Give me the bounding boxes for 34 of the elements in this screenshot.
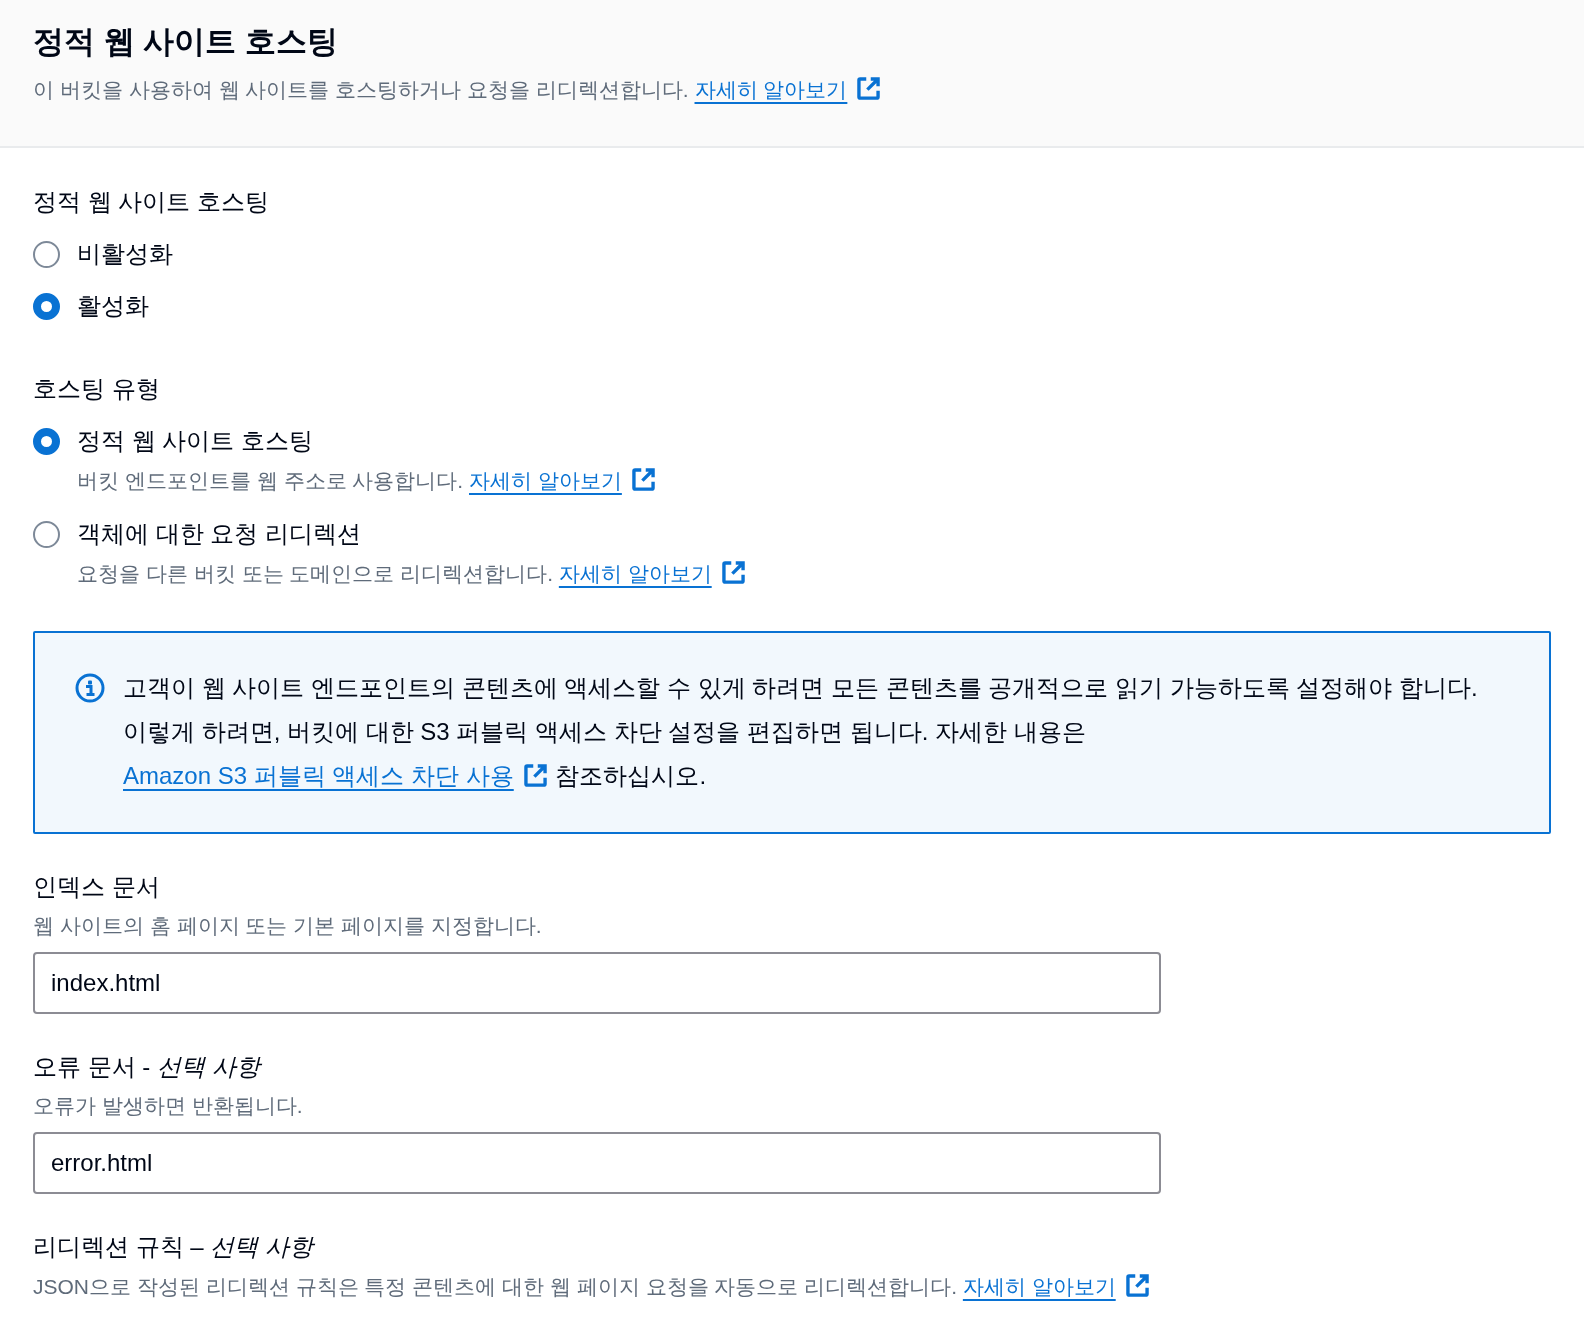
field-label: 리디렉션 규칙 – 선택 사항 [33, 1232, 316, 1262]
radio-label[interactable]: 객체에 대한 요청 리디렉션 [77, 518, 361, 550]
text-input[interactable]: index.html [33, 952, 1161, 1014]
external-link-icon [719, 559, 747, 586]
radio-button[interactable] [33, 427, 60, 455]
option-description: 요청을 다른 버킷 또는 도메인으로 리디렉션합니다. 자세히 알아보기 [77, 559, 1551, 588]
section-label: 정적 웹 사이트 호스팅 [33, 187, 270, 217]
learn-more-link[interactable]: 자세히 알아보기 [469, 469, 657, 492]
radio-label[interactable]: 활성화 [77, 290, 149, 322]
radio-label[interactable]: 정적 웹 사이트 호스팅 [77, 425, 313, 457]
learn-more-link[interactable]: 자세히 알아보기 [962, 1275, 1151, 1298]
public-access-link[interactable]: Amazon S3 퍼블릭 액세스 차단 사용 [123, 762, 549, 789]
info-text: 고객이 웹 사이트 엔드포인트의 콘텐츠에 액세스할 수 있게 하려면 모든 콘텐츠를 공개적으로 읽기 가능하도록 설정해야 합니다. 이렇게 하려면, 버킷에 대한 S3 퍼블릭 액세스 차단 설정을 편집하면 됩니다. 자세한 내용은 Amazon S3 퍼블릭 액세스 차단 사용 참조하십시오. [123, 673, 1479, 791]
external-link-icon [855, 75, 883, 102]
field-label: 오류 문서 - 선택 사항 [33, 1052, 263, 1082]
external-link-icon [629, 466, 657, 493]
learn-more-link[interactable]: 자세히 알아보기 [558, 562, 747, 585]
learn-more-link[interactable]: 자세히 알아보기 [694, 78, 883, 101]
external-link-icon [1123, 1272, 1151, 1299]
radio-button[interactable] [33, 292, 60, 320]
page-description: 이 버킷을 사용하여 웹 사이트를 호스팅하거나 요청을 리디렉션합니다. 자세히 알아보기 [33, 75, 1551, 105]
text-input[interactable]: error.html [33, 1132, 1161, 1194]
external-link-icon [521, 762, 549, 789]
radio-label[interactable]: 비활성화 [77, 238, 173, 270]
page-title: 정적 웹 사이트 호스팅 [33, 23, 339, 61]
field-label: 인덱스 문서 [33, 872, 161, 902]
section-label: 호스팅 유형 [33, 374, 161, 404]
radio-button[interactable] [33, 520, 60, 548]
field-description: 오류가 발생하면 반환됩니다. [33, 1093, 304, 1119]
radio-button[interactable] [33, 240, 60, 268]
option-description: 버킷 엔드포인트를 웹 주소로 사용합니다. 자세히 알아보기 [77, 466, 1551, 495]
field-description: 웹 사이트의 홈 페이지 또는 기본 페이지를 지정합니다. [33, 913, 543, 939]
info-icon [75, 673, 105, 703]
field-description: JSON으로 작성된 리디렉션 규칙은 특정 콘텐츠에 대한 웹 페이지 요청을 자동으로 리디렉션합니다. 자세히 알아보기 [33, 1272, 1551, 1301]
